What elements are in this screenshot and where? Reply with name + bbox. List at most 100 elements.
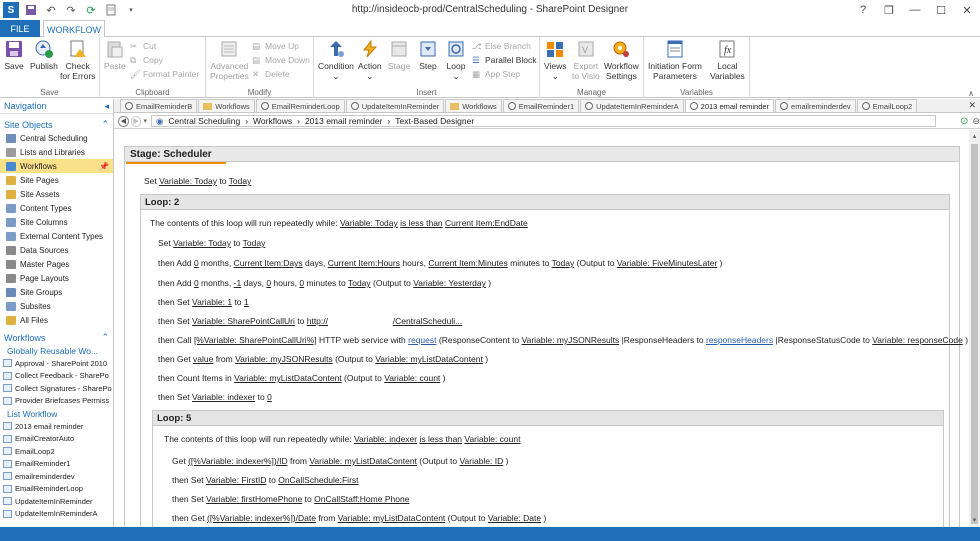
undo-icon[interactable]: ↶: [43, 2, 59, 18]
workflow-list-item[interactable]: EmailReminderLoop: [0, 483, 113, 496]
delete-button[interactable]: ✕ Delete: [252, 67, 290, 81]
step-button[interactable]: Step: [418, 39, 438, 71]
scroll-up-icon[interactable]: ▲: [970, 132, 979, 141]
tab-file[interactable]: FILE: [0, 20, 40, 37]
sidebar-item-site-assets[interactable]: Site Assets: [0, 187, 113, 201]
sidebar-item-content-types[interactable]: Content Types: [0, 201, 113, 215]
sidebar-item-master-pages[interactable]: Master Pages: [0, 257, 113, 271]
refresh-icon[interactable]: ⟳: [83, 2, 99, 18]
tab-workflow[interactable]: WORKFLOW: [43, 20, 105, 38]
export-to-visio-button[interactable]: V Export to Visio: [572, 39, 600, 81]
save-button[interactable]: Save: [4, 39, 24, 71]
redo-icon[interactable]: ↷: [63, 2, 79, 18]
workflow-list-item[interactable]: 2013 email reminder: [0, 420, 113, 433]
sidebar-item-external-content-types[interactable]: External Content Types: [0, 229, 113, 243]
breadcrumb-item[interactable]: 2013 email reminder: [305, 116, 382, 126]
history-dropdown-icon[interactable]: ▾: [143, 117, 147, 125]
close-tab-icon[interactable]: ✕: [968, 100, 976, 111]
save-icon[interactable]: [23, 2, 39, 18]
designer-scrollbar[interactable]: ▲ ▼: [969, 130, 980, 527]
minimize-button[interactable]: —: [902, 0, 928, 20]
sidebar-item-site-columns[interactable]: Site Columns: [0, 215, 113, 229]
sidebar-item-workflows[interactable]: Workflows 📌: [0, 159, 113, 173]
app-step-button[interactable]: ▦ App Step: [472, 67, 520, 81]
copy-button[interactable]: ⧉ Copy: [130, 53, 163, 67]
sidebar-item-site-pages[interactable]: Site Pages: [0, 173, 113, 187]
advanced-properties-button[interactable]: Advanced Properties: [210, 39, 249, 81]
workflow-list-item[interactable]: Collect Signatures - SharePo: [0, 382, 113, 395]
document-tab[interactable]: emailreminderdev: [775, 99, 856, 112]
ribbon-display-button[interactable]: ❐: [876, 0, 902, 20]
condition-button[interactable]: Condition ⌄: [318, 39, 354, 81]
site-objects-header[interactable]: Site Objects ⌃: [0, 118, 113, 131]
loop-5-header[interactable]: Loop: 5: [152, 410, 944, 426]
workflow-list-item[interactable]: Approval - SharePoint 2010: [0, 357, 113, 370]
check-for-errors-button[interactable]: Check for Errors: [60, 39, 95, 81]
sidebar-item-lists-and-libraries[interactable]: Lists and Libraries: [0, 145, 113, 159]
document-tab[interactable]: 2013 email reminder: [684, 99, 775, 112]
cut-button[interactable]: ✂ Cut: [130, 39, 156, 53]
workflows-section-header[interactable]: Workflows ⌃: [0, 331, 113, 344]
sidebar-item-site-groups[interactable]: Site Groups: [0, 285, 113, 299]
go-icon[interactable]: ⊙: [960, 116, 968, 127]
publish-button[interactable]: Publish: [30, 39, 58, 71]
stage-button[interactable]: Stage: [388, 39, 410, 71]
workflow-list-item[interactable]: Provider Briefcases Permiss: [0, 395, 113, 408]
format-painter-button[interactable]: 🖌 Format Painter: [130, 67, 199, 81]
workflow-settings-button[interactable]: Workflow Settings: [604, 39, 639, 81]
sidebar-item-central-scheduling[interactable]: Central Scheduling: [0, 131, 113, 145]
maximize-button[interactable]: ☐: [928, 0, 954, 20]
workflow-list-item[interactable]: EmailCreatorAuto: [0, 433, 113, 446]
action-get-value: then Get value from Variable: myJSONResu…: [158, 354, 489, 364]
document-tab[interactable]: Workflows: [198, 99, 255, 112]
pin-icon[interactable]: 📌: [99, 162, 109, 171]
forward-icon[interactable]: ▶: [130, 115, 142, 127]
document-tab[interactable]: EmailLoop2: [856, 99, 918, 112]
move-down-button[interactable]: ▤ Move Down: [252, 53, 310, 67]
scroll-down-icon[interactable]: ▼: [970, 516, 979, 525]
collapse-pane-icon[interactable]: ◂: [104, 101, 109, 112]
list-workflow-header[interactable]: List Workflow: [0, 407, 113, 420]
workflow-list-item[interactable]: EmailReminder1: [0, 458, 113, 471]
paste-button[interactable]: Paste: [104, 39, 126, 71]
globally-reusable-header[interactable]: Globally Reusable Wo...: [0, 344, 113, 357]
breadcrumb-item[interactable]: Central Scheduling: [168, 116, 240, 126]
stage-header[interactable]: Stage: Scheduler: [124, 146, 960, 162]
workflow-list-item[interactable]: UpdateItemInReminder: [0, 495, 113, 508]
views-button[interactable]: Views ⌄: [544, 39, 567, 81]
sidebar-item-all-files[interactable]: All Files: [0, 313, 113, 327]
breadcrumb-item[interactable]: Text-Based Designer: [395, 116, 474, 126]
document-tab[interactable]: UpdateItemInReminder: [345, 99, 445, 112]
initiation-form-parameters-button[interactable]: Initiation Form Parameters: [648, 39, 702, 81]
workflow-list-item[interactable]: UpdateItemInReminderA: [0, 508, 113, 521]
sidebar-item-subsites[interactable]: Subsites: [0, 299, 113, 313]
document-tab[interactable]: EmailReminderB: [120, 99, 198, 112]
workflow-list-item[interactable]: emailreminderdev: [0, 470, 113, 483]
action-button[interactable]: Action ⌄: [358, 39, 382, 81]
document-tab[interactable]: EmailReminder1: [502, 99, 580, 112]
document-tab[interactable]: EmailReminderLoop: [255, 99, 345, 112]
customize-qat-icon[interactable]: ▾: [123, 2, 139, 18]
else-branch-button[interactable]: ⎇ Else Branch: [472, 39, 531, 53]
move-up-button[interactable]: ▤ Move Up: [252, 39, 299, 53]
parallel-block-button[interactable]: ☰ Parallel Block: [472, 53, 537, 67]
local-variables-button[interactable]: fx Local Variables: [710, 39, 745, 81]
options-icon[interactable]: ⊖: [972, 116, 980, 127]
document-tab[interactable]: UpdateItemInReminderA: [580, 99, 684, 112]
sidebar-item-page-layouts[interactable]: Page Layouts: [0, 271, 113, 285]
breadcrumb-item[interactable]: Workflows: [253, 116, 292, 126]
workflow-list-item[interactable]: EmailLoop2: [0, 445, 113, 458]
document-tab[interactable]: Workflows: [445, 99, 502, 112]
workflow-list-item[interactable]: Collect Feedback - SharePo: [0, 370, 113, 383]
preview-icon[interactable]: [103, 2, 119, 18]
sharepoint-designer-app-icon[interactable]: S: [3, 2, 19, 18]
copy-icon: ⧉: [130, 55, 137, 65]
close-button[interactable]: ✕: [954, 0, 980, 20]
collapse-ribbon-icon[interactable]: ∧: [968, 89, 974, 98]
back-icon[interactable]: ◀: [118, 115, 129, 127]
loop-button[interactable]: Loop ⌄: [446, 39, 466, 81]
help-button[interactable]: ?: [850, 0, 876, 20]
sidebar-item-data-sources[interactable]: Data Sources: [0, 243, 113, 257]
loop-2-header[interactable]: Loop: 2: [140, 194, 950, 210]
scrollbar-thumb[interactable]: [971, 144, 978, 524]
